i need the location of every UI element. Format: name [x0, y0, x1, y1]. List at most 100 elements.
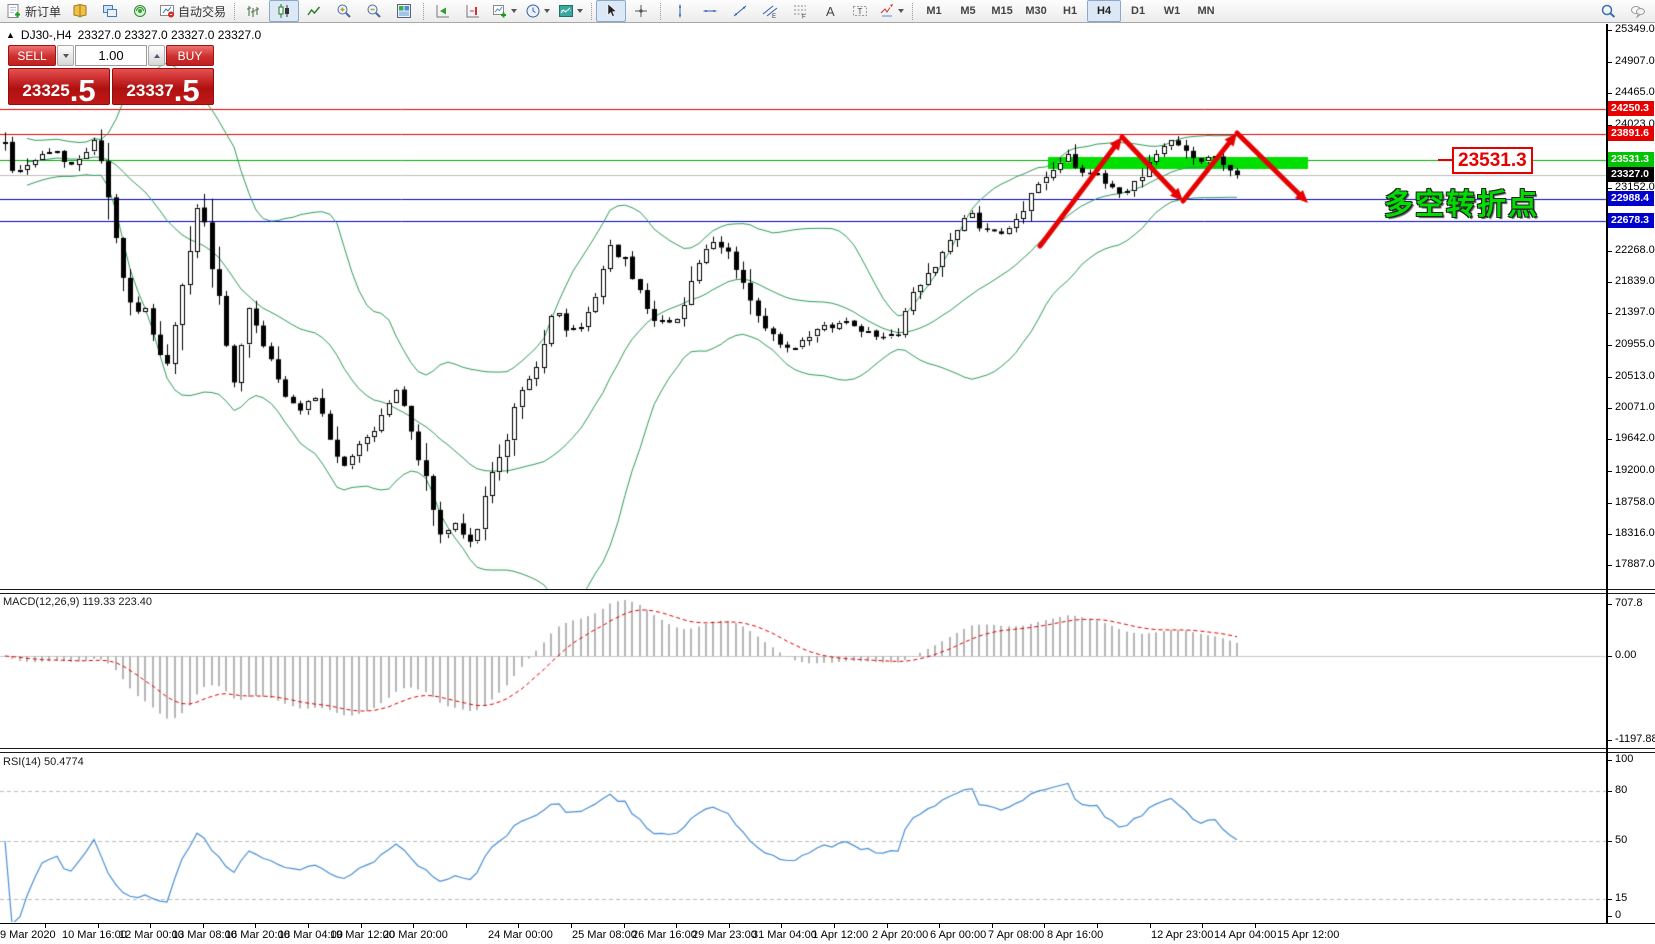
timeframe-M15-button[interactable]: M15	[985, 0, 1019, 22]
line-chart-button[interactable]	[299, 0, 329, 22]
time-tick-mark	[255, 924, 256, 928]
trendline-button[interactable]	[725, 0, 755, 22]
time-axis[interactable]: 9 Mar 202010 Mar 16:0012 Mar 00:0013 Mar…	[0, 923, 1655, 944]
rsi-tick-label: 100	[1615, 753, 1633, 765]
search-button[interactable]	[1593, 0, 1623, 22]
timeframe-M30-button[interactable]: M30	[1019, 0, 1053, 22]
zoom-out-button[interactable]	[359, 0, 389, 22]
volume-decrease-button[interactable]	[57, 45, 74, 66]
horizontal-line-button[interactable]	[695, 0, 725, 22]
trendline-icon	[732, 3, 748, 19]
arrows-icon	[879, 3, 895, 19]
time-tick-mark	[150, 924, 151, 928]
chat-button[interactable]	[1623, 0, 1653, 22]
time-label: 7 Apr 08:00	[988, 929, 1044, 941]
templates-button[interactable]	[554, 0, 587, 22]
rsi-tick-label: 15	[1615, 892, 1627, 904]
text-button[interactable]: A	[815, 0, 845, 22]
channel-button[interactable]: E	[755, 0, 785, 22]
buy-button[interactable]: BUY	[166, 45, 214, 66]
price-tick-label: 24907.0	[1615, 55, 1655, 67]
timeframe-H4-button[interactable]: H4	[1087, 0, 1121, 22]
price-axis[interactable]: 25349.024907.024465.024023.023152.022268…	[1608, 24, 1655, 923]
chart-canvas[interactable]	[0, 0, 1655, 944]
axis-tick-mark	[1608, 188, 1612, 189]
bar-chart-button[interactable]	[239, 0, 269, 22]
chart-header: ▲ DJ30-,H4 23327.0 23327.0 23327.0 23327…	[6, 28, 261, 42]
new-chart-button[interactable]	[488, 0, 521, 22]
timeframe-group: M1M5M15M30H1H4D1W1MN	[917, 0, 1223, 22]
axis-tick-mark	[1608, 93, 1612, 94]
new-chart-icon	[492, 3, 508, 19]
timeframe-D1-button[interactable]: D1	[1121, 0, 1155, 22]
axis-tick-mark	[1608, 282, 1612, 283]
ohlc-values: 23327.0 23327.0 23327.0 23327.0	[78, 28, 262, 42]
time-label: 26 Mar 16:00	[632, 929, 697, 941]
channel-icon: E	[762, 3, 778, 19]
axis-tick-mark	[1608, 916, 1612, 917]
pane-divider[interactable]	[0, 589, 1655, 594]
separator	[660, 3, 661, 20]
new-window-button[interactable]	[95, 0, 125, 22]
signals-button[interactable]	[125, 0, 155, 22]
market-depth-button[interactable]	[65, 0, 95, 22]
sell-price: 23325	[22, 82, 69, 103]
buy-price: 23337	[126, 82, 173, 103]
timeframe-H1-button[interactable]: H1	[1053, 0, 1087, 22]
time-tick-mark	[571, 924, 572, 928]
tile-windows-button[interactable]	[389, 0, 419, 22]
axis-tick-mark	[1608, 841, 1612, 842]
rsi-tick-label: 0	[1615, 909, 1621, 921]
vertical-line-button[interactable]	[665, 0, 695, 22]
time-label: 14 Apr 04:00	[1214, 929, 1276, 941]
time-label: 8 Apr 16:00	[1047, 929, 1103, 941]
axis-tick-mark	[1608, 30, 1612, 31]
chevron-down-icon	[577, 9, 583, 13]
axis-tick-mark	[1608, 313, 1612, 314]
auto-scroll-button[interactable]	[428, 0, 458, 22]
price-callout[interactable]: 23531.3	[1452, 147, 1533, 174]
axis-tick-mark	[1608, 604, 1612, 605]
annotation-note[interactable]: 多空转折点	[1384, 181, 1539, 223]
price-line-badge: 23531.3	[1608, 152, 1654, 167]
new-order-button[interactable]: 新订单	[2, 0, 65, 22]
text-label-button[interactable]: T	[845, 0, 875, 22]
candlestick-chart-button[interactable]	[269, 0, 299, 22]
time-tick-mark	[45, 924, 46, 928]
periods-button[interactable]	[521, 0, 554, 22]
time-tick-mark	[624, 924, 625, 928]
time-tick-mark	[98, 924, 99, 928]
auto-trading-label: 自动交易	[178, 3, 226, 20]
timeframe-MN-button[interactable]: MN	[1189, 0, 1223, 22]
timeframe-M1-button[interactable]: M1	[917, 0, 951, 22]
chart-shift-button[interactable]	[458, 0, 488, 22]
cursor-button[interactable]	[596, 0, 626, 22]
pane-divider[interactable]	[0, 748, 1655, 753]
time-tick-mark	[1255, 924, 1256, 928]
zoom-in-button[interactable]	[329, 0, 359, 22]
collapse-panel-icon[interactable]: ▲	[6, 30, 15, 40]
volume-input[interactable]: 1.00	[75, 45, 147, 66]
macd-indicator-label: MACD(12,26,9) 119.33 223.40	[3, 596, 152, 608]
buy-price-button[interactable]: 23337.5	[112, 68, 214, 105]
arrows-button[interactable]	[875, 0, 908, 22]
timeframe-W1-button[interactable]: W1	[1155, 0, 1189, 22]
zoom-in-icon	[336, 3, 352, 19]
time-label: 12 Apr 23:00	[1151, 929, 1213, 941]
sell-price-button[interactable]: 23325.5	[8, 68, 110, 105]
rsi-tick-label: 80	[1615, 784, 1627, 796]
auto-trading-button[interactable]: 自动交易	[155, 0, 230, 22]
timeframe-M5-button[interactable]: M5	[951, 0, 985, 22]
text-label-icon: T	[852, 3, 868, 19]
crosshair-button[interactable]	[626, 0, 656, 22]
time-label: 9 Mar 2020	[0, 929, 56, 941]
sell-button[interactable]: SELL	[8, 45, 56, 66]
time-tick-mark	[992, 924, 993, 928]
time-tick-mark	[834, 924, 835, 928]
time-label: 24 Mar 00:00	[488, 929, 553, 941]
axis-tick-mark	[1608, 251, 1612, 252]
fibonacci-button[interactable]: F	[785, 0, 815, 22]
bar-chart-icon	[246, 3, 262, 19]
price-tick-label: 25349.0	[1615, 23, 1655, 35]
volume-increase-button[interactable]	[148, 45, 165, 66]
